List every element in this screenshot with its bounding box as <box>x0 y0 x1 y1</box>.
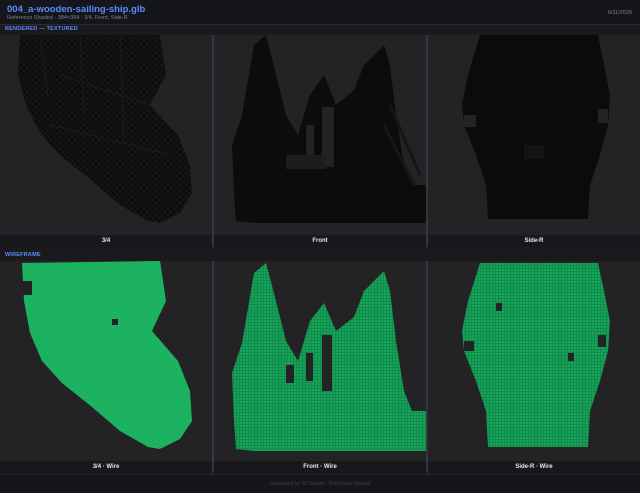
footer-bar: Generated by 3D Viewer · Reference Shade… <box>0 474 640 493</box>
caption-front: Front <box>214 236 426 247</box>
view-panel-front-wire[interactable] <box>214 261 426 461</box>
render-meta: Reference Shaded · 384×384 · 3/4, Front,… <box>7 15 128 21</box>
view-panel-three-quarter[interactable] <box>0 35 212 235</box>
view-panel-side-r-wire[interactable] <box>428 261 640 461</box>
panel-divider <box>212 35 214 247</box>
section-label-rendered: RENDERED — TEXTURED <box>5 26 78 32</box>
panel-divider <box>426 35 428 247</box>
ship-render-side-r <box>462 35 610 219</box>
ship-wire-three-quarter <box>22 261 192 449</box>
caption-side-r-wire: Side-R · Wire <box>428 462 640 473</box>
footer-text: Generated by 3D Viewer · Reference Shade… <box>269 481 371 487</box>
ship-render-front <box>232 35 426 223</box>
ship-wire-front <box>232 263 426 451</box>
ship-wire-side-r <box>462 263 610 447</box>
section-label-wireframe: WIREFRAME <box>5 252 41 258</box>
view-panel-front[interactable] <box>214 35 426 235</box>
panel-divider <box>426 261 428 473</box>
panel-divider <box>212 261 214 473</box>
render-date: 6/11/2026 <box>607 10 632 16</box>
ship-render-three-quarter <box>18 35 192 223</box>
caption-front-wire: Front · Wire <box>214 462 426 473</box>
caption-side-r: Side-R <box>428 236 640 247</box>
file-title: 004_a-wooden-sailing-ship.glb <box>7 4 146 15</box>
caption-three-quarter: 3/4 <box>0 236 212 247</box>
view-panel-three-quarter-wire[interactable] <box>0 261 212 461</box>
header-bar: 004_a-wooden-sailing-ship.glb Reference … <box>0 0 640 25</box>
view-panel-side-r[interactable] <box>428 35 640 235</box>
caption-three-quarter-wire: 3/4 · Wire <box>0 462 212 473</box>
